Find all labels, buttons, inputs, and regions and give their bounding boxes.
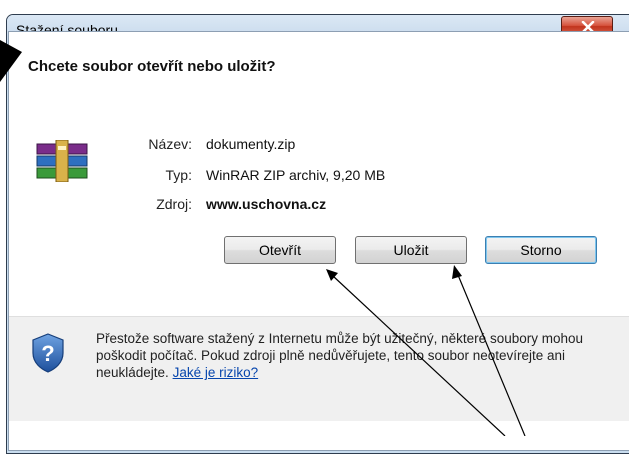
annotation-arrows (0, 40, 526, 436)
corner-pointer-marker (0, 40, 22, 82)
